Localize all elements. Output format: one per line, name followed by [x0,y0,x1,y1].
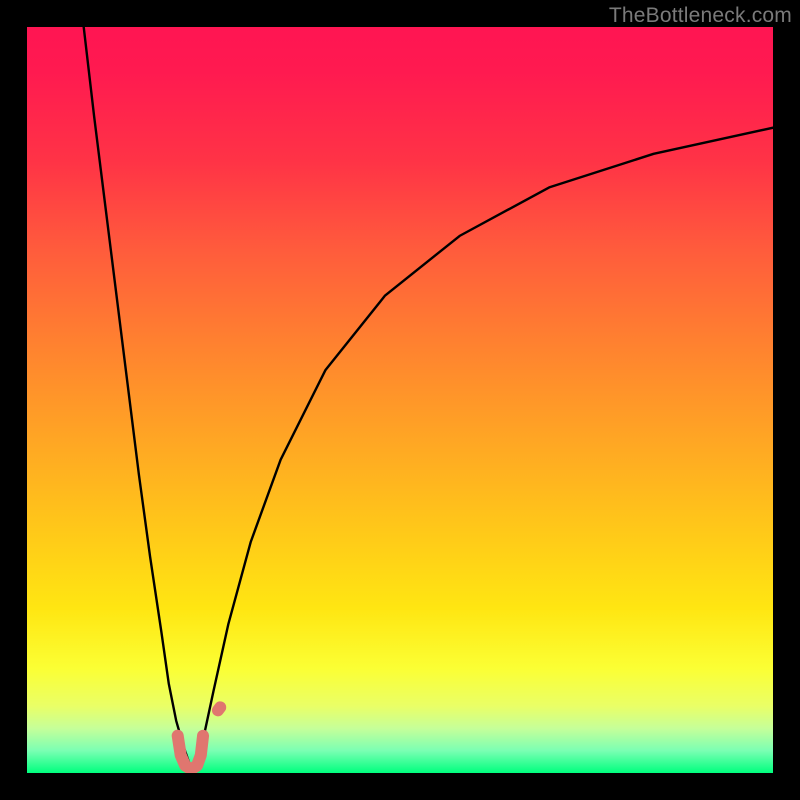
series-valley-marker [178,736,203,770]
watermark-label: TheBottleneck.com [609,4,792,28]
chart-frame: TheBottleneck.com [0,0,800,800]
series-left-branch [84,27,194,770]
curve-group [84,27,773,770]
chart-curves [27,27,773,773]
series-valley-dot [218,707,220,710]
series-right-branch [193,128,773,770]
chart-plot-area [27,27,773,773]
